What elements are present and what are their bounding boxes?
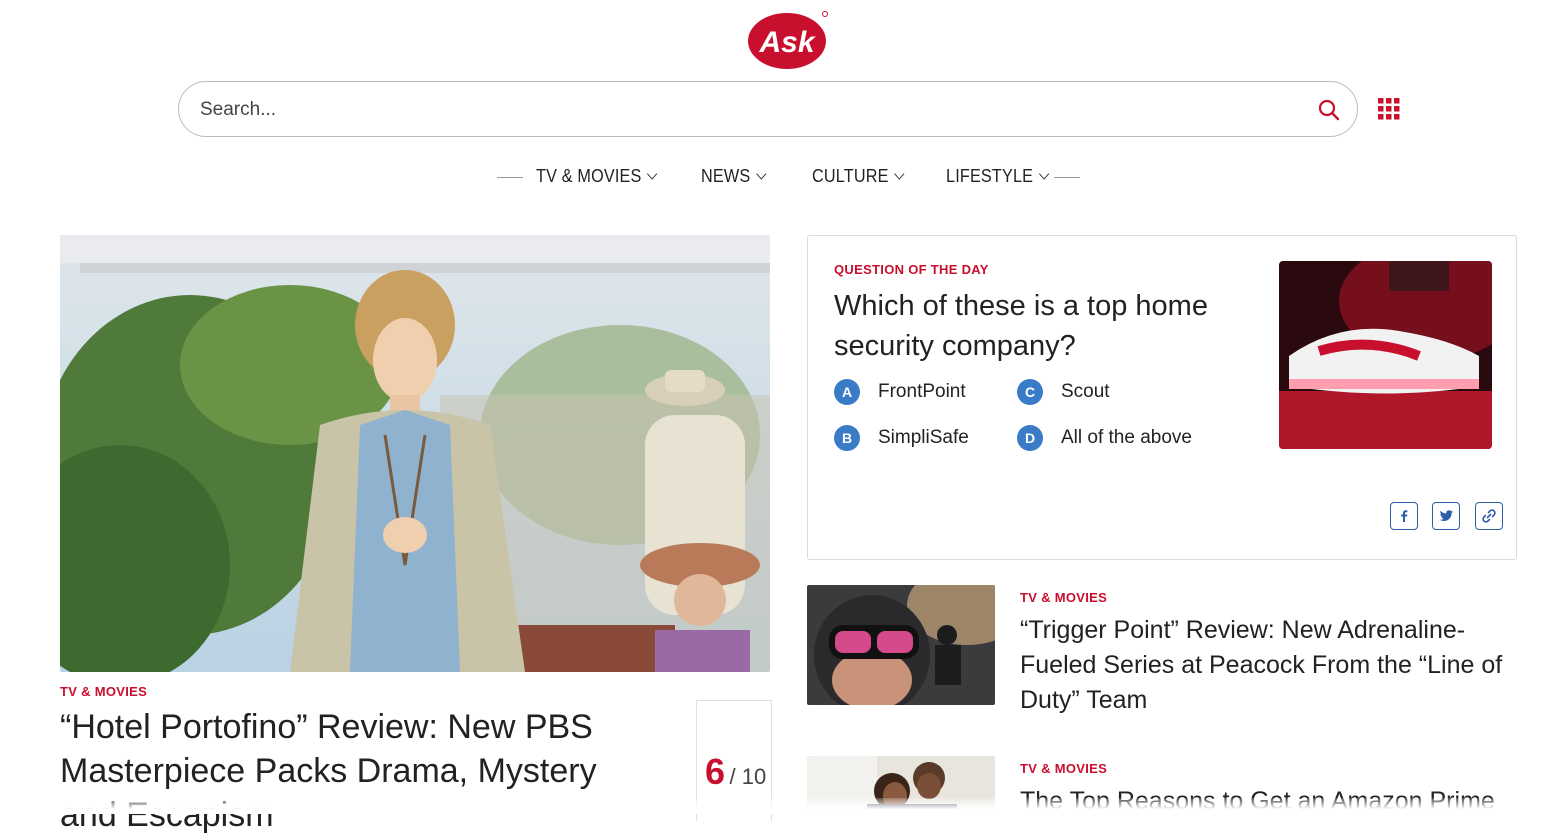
qotd-label: QUESTION OF THE DAY bbox=[834, 262, 989, 277]
chevron-down-icon bbox=[756, 168, 767, 180]
article-thumbnail[interactable] bbox=[807, 585, 995, 705]
facebook-share-button[interactable] bbox=[1390, 502, 1418, 530]
link-icon bbox=[1482, 509, 1496, 523]
qotd-option-c[interactable]: C Scout bbox=[1017, 379, 1110, 405]
search-input[interactable] bbox=[198, 82, 1302, 138]
option-letter-badge: D bbox=[1017, 425, 1043, 451]
option-letter-badge: B bbox=[834, 425, 860, 451]
option-text: Scout bbox=[1061, 381, 1110, 402]
qotd-option-d[interactable]: D All of the above bbox=[1017, 425, 1192, 451]
logo-text: Ask bbox=[758, 26, 815, 59]
hero-category[interactable]: TV & MOVIES bbox=[60, 684, 147, 699]
chevron-down-icon bbox=[647, 168, 658, 180]
qotd-option-b[interactable]: B SimpliSafe bbox=[834, 425, 969, 451]
nav-item-lifestyle[interactable]: LIFESTYLE bbox=[946, 166, 1050, 187]
article-category[interactable]: TV & MOVIES bbox=[1020, 590, 1107, 605]
nav-divider-right bbox=[1054, 177, 1080, 178]
option-letter-badge: C bbox=[1017, 379, 1043, 405]
qotd-option-a[interactable]: A FrontPoint bbox=[834, 379, 966, 405]
twitter-share-button[interactable] bbox=[1432, 502, 1460, 530]
facebook-icon bbox=[1401, 510, 1408, 522]
qotd-image bbox=[1279, 261, 1492, 449]
main-nav: TV & MOVIES NEWS CULTURE LIFESTYLE bbox=[0, 164, 1566, 192]
qotd-question: Which of these is a top home security co… bbox=[834, 290, 1208, 362]
score-denominator: / 10 bbox=[729, 764, 767, 789]
question-of-the-day-card: QUESTION OF THE DAY Which of these is a … bbox=[807, 235, 1517, 560]
chevron-down-icon bbox=[1038, 168, 1050, 180]
option-letter-badge: A bbox=[834, 379, 860, 405]
search-bar bbox=[178, 81, 1358, 138]
score-value: 6 bbox=[705, 751, 726, 792]
article-title[interactable]: “Trigger Point” Review: New Adrenaline-F… bbox=[1020, 613, 1510, 718]
bottom-fade bbox=[0, 798, 1566, 814]
chevron-down-icon bbox=[894, 168, 905, 180]
search-icon[interactable] bbox=[1317, 98, 1341, 122]
nav-divider-left bbox=[497, 177, 523, 178]
option-text: FrontPoint bbox=[878, 381, 966, 402]
twitter-icon bbox=[1439, 510, 1453, 521]
nav-item-culture[interactable]: CULTURE bbox=[812, 166, 905, 187]
article-category[interactable]: TV & MOVIES bbox=[1020, 761, 1107, 776]
nav-item-news[interactable]: NEWS bbox=[701, 166, 767, 187]
copy-link-button[interactable] bbox=[1475, 502, 1503, 530]
apps-grid-icon[interactable] bbox=[1378, 98, 1400, 120]
option-text: SimpliSafe bbox=[878, 427, 969, 448]
option-text: All of the above bbox=[1061, 427, 1192, 448]
hero-title[interactable]: “Hotel Portofino” Review: New PBS Master… bbox=[60, 705, 660, 837]
nav-item-tv-movies[interactable]: TV & MOVIES bbox=[536, 166, 658, 187]
ask-logo[interactable]: Ask bbox=[746, 8, 830, 70]
hero-article-image[interactable] bbox=[60, 235, 770, 672]
